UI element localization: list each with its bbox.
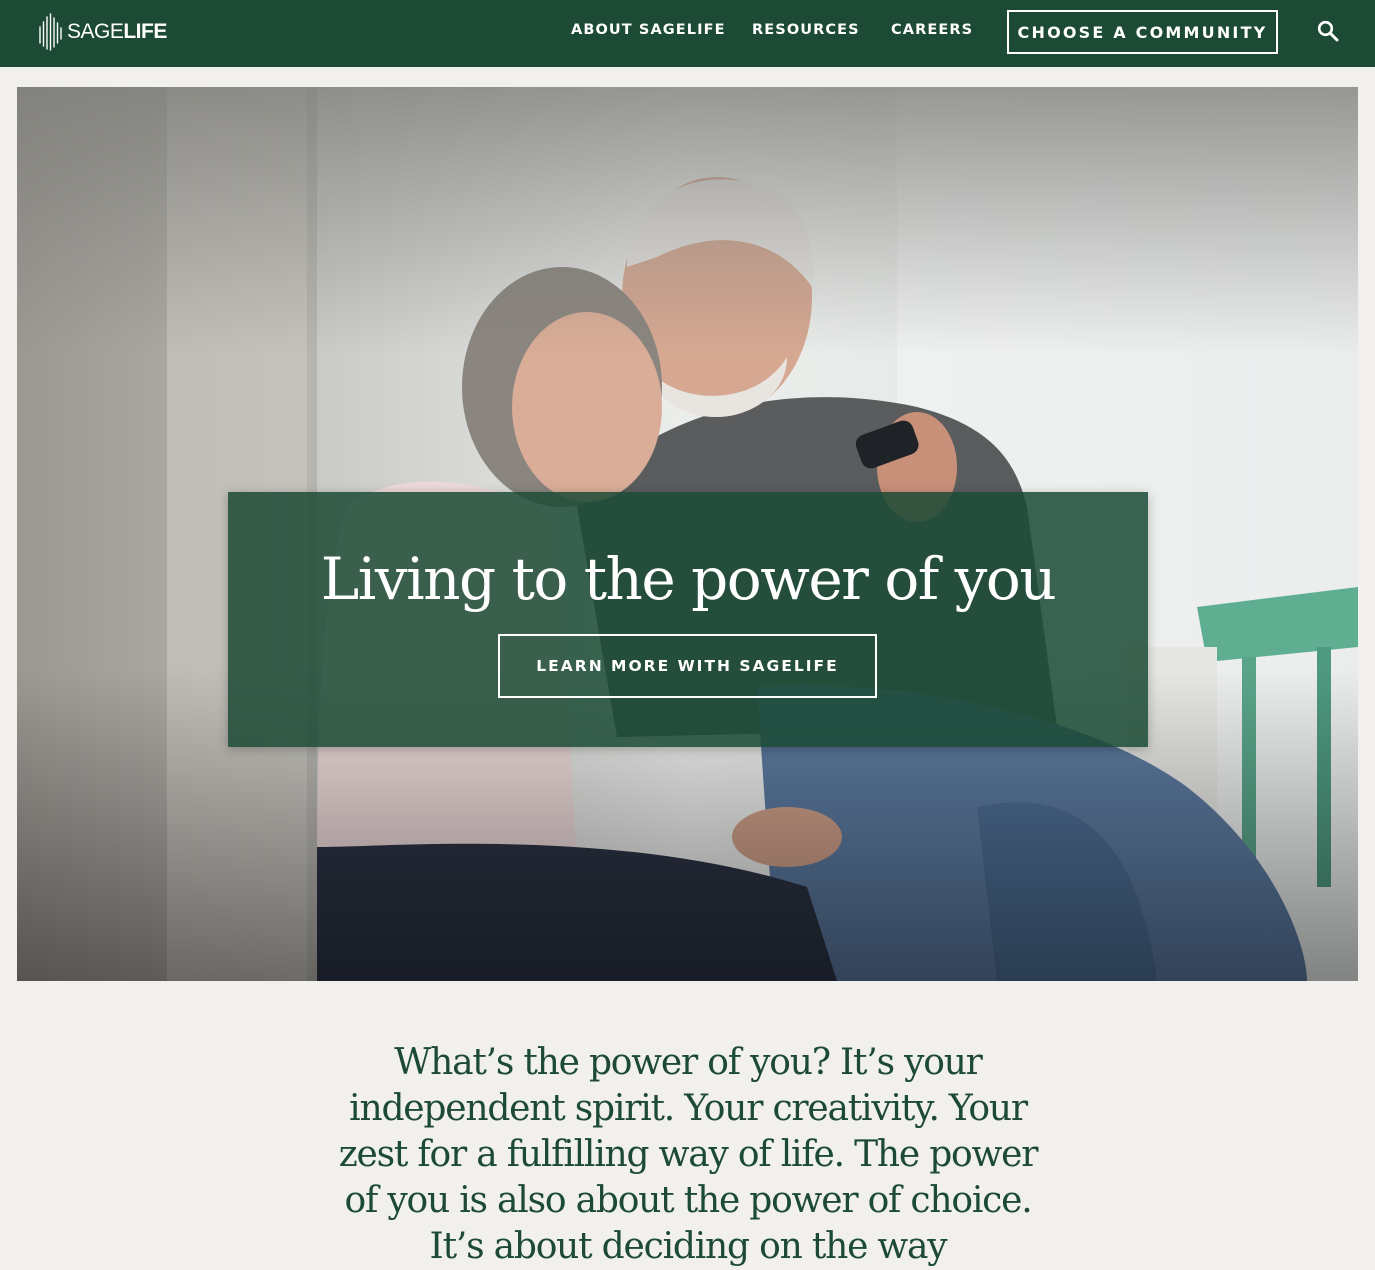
logo-wordmark: SAGELIFE bbox=[67, 20, 167, 43]
sagelife-logo[interactable]: SAGELIFE bbox=[38, 12, 167, 52]
nav-careers[interactable]: CAREERS bbox=[891, 22, 973, 38]
nav-resources[interactable]: RESOURCES bbox=[752, 22, 860, 38]
search-button[interactable] bbox=[1314, 17, 1342, 45]
choose-community-button[interactable]: CHOOSE A COMMUNITY bbox=[1007, 10, 1278, 54]
site-header: SAGELIFE ABOUT SAGELIFE RESOURCES CAREER… bbox=[0, 0, 1375, 67]
learn-more-button[interactable]: LEARN MORE WITH SAGELIFE bbox=[498, 634, 877, 698]
logo-mark-icon bbox=[39, 13, 62, 51]
hero-overlay-panel: Living to the power of you LEARN MORE WI… bbox=[228, 492, 1148, 747]
hero-title: Living to the power of you bbox=[320, 545, 1057, 613]
nav-about-sagelife[interactable]: ABOUT SAGELIFE bbox=[571, 22, 726, 38]
intro-paragraph: What’s the power of you? It’s your indep… bbox=[338, 1042, 1039, 1267]
search-icon bbox=[1317, 20, 1339, 42]
hero-section: Living to the power of you LEARN MORE WI… bbox=[17, 87, 1358, 981]
